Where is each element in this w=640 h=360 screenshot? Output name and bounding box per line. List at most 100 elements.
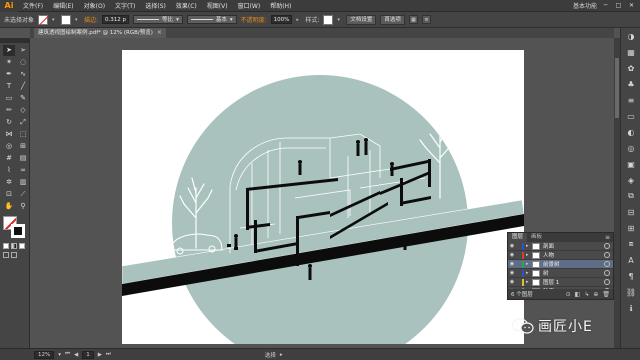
- menu-help[interactable]: 帮助(H): [265, 1, 296, 10]
- target-icon[interactable]: [604, 252, 610, 258]
- new-sublayer-icon[interactable]: ↳: [584, 291, 589, 298]
- first-artboard-icon[interactable]: ⏮: [65, 351, 70, 358]
- paragraph-panel-icon[interactable]: ¶: [621, 268, 640, 284]
- opacity-field[interactable]: 100%: [270, 15, 293, 24]
- chevron-down-icon[interactable]: ▾: [75, 17, 80, 23]
- next-artboard-icon[interactable]: ▶: [98, 352, 102, 358]
- free-transform-tool-icon[interactable]: ⬚: [17, 129, 29, 140]
- screen-mode-icon[interactable]: [11, 252, 17, 258]
- target-icon[interactable]: [604, 270, 610, 276]
- layer-row[interactable]: ◉ ▸ 树: [508, 269, 613, 278]
- chevron-down-icon[interactable]: ▾: [52, 17, 57, 23]
- graphic-style-swatch[interactable]: [323, 14, 334, 25]
- eye-icon[interactable]: ◉: [508, 279, 516, 285]
- menu-effect[interactable]: 效果(C): [171, 1, 202, 10]
- arrange-icon[interactable]: ▦: [408, 15, 418, 24]
- locate-object-icon[interactable]: ⊙: [566, 291, 571, 298]
- scale-tool-icon[interactable]: ⤢: [17, 117, 29, 128]
- zoom-field[interactable]: 12%: [34, 350, 55, 359]
- align-panel-icon[interactable]: ⊟: [621, 204, 640, 220]
- maximize-icon[interactable]: □: [614, 2, 623, 10]
- magic-wand-tool-icon[interactable]: ✶: [3, 57, 15, 68]
- rectangle-tool-icon[interactable]: ▭: [3, 93, 15, 104]
- stroke-swatch[interactable]: [61, 14, 72, 25]
- stroke-color-icon[interactable]: [11, 224, 25, 238]
- artboards-panel-icon[interactable]: ⧉: [621, 188, 640, 204]
- info-panel-icon[interactable]: ℹ: [621, 300, 640, 316]
- layers-panel-icon[interactable]: ◈: [621, 172, 640, 188]
- menu-select[interactable]: 选择(S): [140, 1, 171, 10]
- eye-icon[interactable]: ◉: [508, 243, 516, 249]
- appearance-panel-icon[interactable]: ◎: [621, 140, 640, 156]
- stroke-panel-icon[interactable]: ≡: [621, 92, 640, 108]
- menu-view[interactable]: 视图(V): [202, 1, 233, 10]
- scrollbar-thumb[interactable]: [615, 58, 619, 118]
- lasso-tool-icon[interactable]: ◌: [17, 57, 29, 68]
- prev-artboard-icon[interactable]: ◀: [74, 352, 78, 358]
- workspace-switcher[interactable]: 基本功能: [573, 1, 597, 10]
- eyedropper-tool-icon[interactable]: ⌇: [3, 165, 15, 176]
- panel-menu-icon[interactable]: ≡: [605, 233, 613, 242]
- rotate-tool-icon[interactable]: ↻: [3, 117, 15, 128]
- layer-row[interactable]: ◉ ▸ 图层 1: [508, 278, 613, 287]
- menu-window[interactable]: 窗口(W): [233, 1, 266, 10]
- menu-edit[interactable]: 编辑(E): [48, 1, 78, 10]
- fill-swatch[interactable]: [38, 14, 49, 25]
- menu-object[interactable]: 对象(O): [79, 1, 110, 10]
- graphic-styles-panel-icon[interactable]: ▣: [621, 156, 640, 172]
- clipping-mask-icon[interactable]: ◧: [575, 291, 581, 298]
- eye-icon[interactable]: ◉: [508, 270, 516, 276]
- target-icon[interactable]: [604, 279, 610, 285]
- mesh-tool-icon[interactable]: #: [3, 153, 15, 164]
- pencil-tool-icon[interactable]: ✏: [3, 105, 15, 116]
- brush-definition[interactable]: 基本 ▾: [186, 15, 237, 24]
- delete-layer-icon[interactable]: 🗑: [602, 291, 610, 298]
- draw-mode-icon[interactable]: [3, 252, 9, 258]
- type-tool-icon[interactable]: T: [3, 81, 15, 92]
- stroke-weight-field[interactable]: 0.312 p: [102, 15, 130, 24]
- eraser-tool-icon[interactable]: ◇: [17, 105, 29, 116]
- variable-width-profile[interactable]: 等比 ▾: [133, 15, 183, 24]
- gradient-panel-icon[interactable]: ▭: [621, 108, 640, 124]
- shape-builder-tool-icon[interactable]: ◎: [3, 141, 15, 152]
- perspective-grid-tool-icon[interactable]: ⊞: [17, 141, 29, 152]
- tab-artboards[interactable]: 画板: [527, 233, 546, 242]
- preferences-button[interactable]: 首选项: [380, 14, 405, 25]
- opacity-label[interactable]: 不透明度:: [241, 15, 267, 24]
- last-artboard-icon[interactable]: ⏭: [106, 351, 111, 358]
- color-panel-icon[interactable]: ◑: [621, 28, 640, 44]
- swatches-panel-icon[interactable]: ▦: [621, 44, 640, 60]
- layer-row[interactable]: ◉ ▸ 剖面: [508, 242, 613, 251]
- chevron-right-icon[interactable]: ▸: [296, 17, 301, 23]
- close-icon[interactable]: ✕: [627, 2, 636, 10]
- panel-menu-icon[interactable]: ≡: [421, 15, 431, 24]
- target-icon[interactable]: [604, 261, 610, 267]
- target-icon[interactable]: [604, 243, 610, 249]
- layer-name[interactable]: 人物: [543, 251, 604, 259]
- document-tab[interactable]: 建筑透视图绘制案例.pdf* @ 12% (RGB/预览) ×: [34, 28, 166, 38]
- layer-row[interactable]: ◉ ▸ 人物: [508, 251, 613, 260]
- blend-tool-icon[interactable]: ∞: [17, 165, 29, 176]
- zoom-tool-icon[interactable]: ⚲: [17, 201, 29, 212]
- layer-name[interactable]: 图层 1: [543, 278, 604, 286]
- hand-tool-icon[interactable]: ✋: [3, 201, 15, 212]
- layer-name[interactable]: 树: [543, 269, 604, 277]
- slice-tool-icon[interactable]: ⟋: [17, 189, 29, 200]
- graph-tool-icon[interactable]: ▥: [17, 177, 29, 188]
- direct-selection-tool-icon[interactable]: ➢: [17, 45, 29, 56]
- artboard-tool-icon[interactable]: ⊡: [3, 189, 15, 200]
- menu-file[interactable]: 文件(F): [18, 1, 48, 10]
- menu-type[interactable]: 文字(T): [110, 1, 140, 10]
- chevron-down-icon[interactable]: ▾: [58, 352, 61, 358]
- eye-icon[interactable]: ◉: [508, 261, 516, 267]
- gradient-tool-icon[interactable]: ▤: [17, 153, 29, 164]
- new-layer-icon[interactable]: ⊕: [593, 291, 598, 298]
- chevron-right-icon[interactable]: ▸: [280, 352, 283, 358]
- layer-name[interactable]: 前景树: [543, 260, 604, 268]
- gradient-mode-icon[interactable]: [11, 243, 17, 249]
- stroke-label[interactable]: 描边:: [84, 15, 98, 24]
- symbol-sprayer-tool-icon[interactable]: ✲: [3, 177, 15, 188]
- brushes-panel-icon[interactable]: ✿: [621, 60, 640, 76]
- color-mode-icon[interactable]: [3, 243, 9, 249]
- canvas-area[interactable]: [30, 38, 614, 348]
